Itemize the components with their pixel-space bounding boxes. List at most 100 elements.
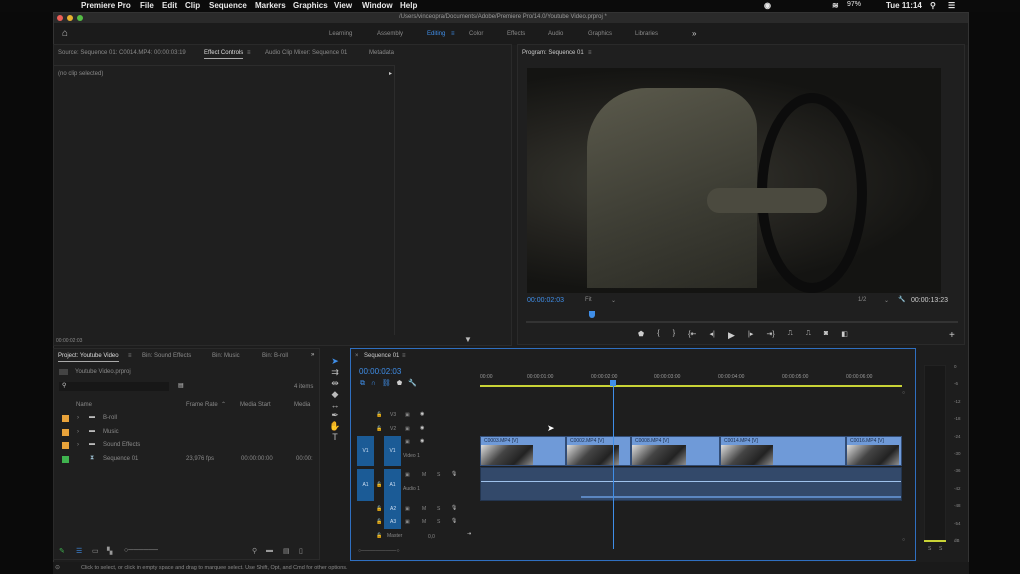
tab-bin-sound-effects[interactable]: Bin: Sound Effects <box>142 353 191 359</box>
minimize-button[interactable] <box>67 15 73 21</box>
workspace-effects[interactable]: Effects <box>507 31 525 37</box>
add-button-icon[interactable]: + <box>949 330 955 341</box>
pen-tool-icon[interactable]: ✒ <box>326 410 344 421</box>
master-volume[interactable]: 0,0 <box>428 534 435 540</box>
go-to-in-icon[interactable]: {⇤ <box>688 330 696 342</box>
menu-sequence[interactable]: Sequence <box>209 1 247 10</box>
menu-help[interactable]: Help <box>400 1 417 10</box>
workspace-assembly[interactable]: Assembly <box>377 31 403 37</box>
add-marker-icon[interactable]: ⬟ <box>396 380 402 387</box>
lock-icon[interactable]: 🔓 <box>376 482 382 488</box>
video-clip[interactable]: C0008.MP4 [V] <box>631 436 720 466</box>
scroll-handle[interactable]: ○ <box>902 537 905 543</box>
tab-sequence-01[interactable]: Sequence 01 <box>364 353 399 359</box>
project-item[interactable]: › ▬ Sound Effects <box>54 441 319 453</box>
workspace-menu-icon[interactable]: ≡ <box>451 31 455 37</box>
menu-view[interactable]: View <box>334 1 352 10</box>
mic-icon[interactable]: 🎙 <box>451 505 457 511</box>
panel-menu-icon[interactable]: ≡ <box>588 50 592 56</box>
col-frame-rate[interactable]: Frame Rate <box>186 402 218 408</box>
tabs-overflow-button[interactable]: » <box>311 352 314 358</box>
mic-icon[interactable]: 🎙 <box>451 471 457 477</box>
new-bin-icon[interactable]: ▬ <box>266 547 273 554</box>
solo-button[interactable]: S <box>437 506 440 512</box>
new-item-icon[interactable]: ▤ <box>283 547 290 555</box>
selection-tool-icon[interactable]: ➤ <box>326 356 344 367</box>
pencil-icon[interactable]: ✎ <box>59 547 65 555</box>
icon-view-icon[interactable]: ▭ <box>92 547 99 555</box>
mute-button[interactable]: M <box>422 472 426 478</box>
close-button[interactable] <box>57 15 63 21</box>
list-view-icon[interactable]: ☰ <box>76 547 82 555</box>
menu-file[interactable]: File <box>140 1 154 10</box>
step-forward-icon[interactable]: |▸ <box>748 330 753 342</box>
program-timecode[interactable]: 00:00:02:03 <box>527 297 564 304</box>
track-a2-label[interactable]: A2 <box>390 506 396 512</box>
col-media[interactable]: Media <box>294 402 310 408</box>
expand-arrow-icon[interactable]: ▸ <box>389 70 392 77</box>
workspace-overflow-button[interactable]: » <box>692 29 696 38</box>
zoom-button[interactable] <box>77 15 83 21</box>
label-color-swatch[interactable] <box>62 415 69 422</box>
hand-tool-icon[interactable]: ✋ <box>326 421 344 432</box>
workspace-learning[interactable]: Learning <box>329 31 352 37</box>
program-scrubber[interactable] <box>526 311 958 323</box>
tab-project[interactable]: Project: Youtube Video <box>58 353 119 362</box>
wrench-icon[interactable]: 🔧 <box>898 296 905 303</box>
col-media-start[interactable]: Media Start <box>240 402 271 408</box>
work-area-bar[interactable] <box>480 385 902 387</box>
workspace-color[interactable]: Color <box>469 31 483 37</box>
tab-effect-controls[interactable]: Effect Controls <box>204 50 244 59</box>
play-icon[interactable]: ▶ <box>728 330 735 342</box>
video-clip[interactable]: C0014.MP4 [V] <box>720 436 846 466</box>
close-tab-icon[interactable]: × <box>355 353 359 359</box>
tab-bin-music[interactable]: Bin: Music <box>212 353 240 359</box>
ripple-edit-tool-icon[interactable]: ⇹ <box>326 378 344 389</box>
search-icon[interactable]: ⚲ <box>930 1 936 10</box>
mark-in-icon[interactable]: { <box>657 330 659 342</box>
workspace-audio[interactable]: Audio <box>548 31 563 37</box>
camera-icon[interactable]: ◙ <box>824 330 828 342</box>
chevron-down-icon[interactable]: ⌄ <box>611 297 616 304</box>
sort-ascending-icon[interactable]: ⌃ <box>221 401 226 408</box>
col-name[interactable]: Name <box>76 402 92 408</box>
workspace-graphics[interactable]: Graphics <box>588 31 612 37</box>
trash-icon[interactable]: ▯ <box>299 547 303 555</box>
sync-lock-icon[interactable]: ▣ <box>405 439 410 445</box>
wrench-icon[interactable]: 🔧 <box>408 380 417 387</box>
record-icon[interactable]: ◉ <box>764 1 771 10</box>
solo-left-button[interactable]: S <box>928 546 931 552</box>
source-patch-a1[interactable]: A1 <box>357 469 374 501</box>
solo-right-button[interactable]: S <box>939 546 942 552</box>
extract-icon[interactable]: ⎍ <box>806 330 811 342</box>
project-item[interactable]: › ▬ Music <box>54 428 319 440</box>
track-select-tool-icon[interactable]: ⇉ <box>326 367 344 378</box>
video-clip[interactable]: C0016.MP4 [V] <box>846 436 902 466</box>
track-a3-label[interactable]: A3 <box>390 519 396 525</box>
lock-icon[interactable]: 🔓 <box>376 412 382 418</box>
notification-icon[interactable]: ☰ <box>948 1 955 10</box>
label-color-swatch[interactable] <box>62 442 69 449</box>
mute-button[interactable]: M <box>422 506 426 512</box>
razor-tool-icon[interactable]: ◆ <box>326 389 344 400</box>
timeline-timecode[interactable]: 00:00:02:03 <box>359 367 401 376</box>
sync-lock-icon[interactable]: ▣ <box>405 426 410 432</box>
mark-out-icon[interactable]: } <box>673 330 675 342</box>
lock-icon[interactable]: 🔓 <box>376 506 382 512</box>
search-icon[interactable]: ⚲ <box>252 547 257 555</box>
new-bin-icon[interactable]: ▤ <box>178 382 184 389</box>
solo-button[interactable]: S <box>437 472 440 478</box>
wifi-icon[interactable]: ≋ <box>832 1 839 10</box>
expand-chevron-icon[interactable]: › <box>77 415 79 421</box>
nest-icon[interactable]: ⧉ <box>360 380 365 387</box>
panel-menu-icon[interactable]: ≡ <box>247 50 251 56</box>
slip-tool-icon[interactable]: ↔ <box>326 400 344 410</box>
step-back-icon[interactable]: ◂| <box>709 330 714 342</box>
sync-lock-icon[interactable]: ▣ <box>405 412 410 418</box>
video-clip[interactable]: C0002.MP4 [V] <box>566 436 631 466</box>
tab-source[interactable]: Source: Sequence 01: C0014.MP4: 00:00:03… <box>58 50 186 56</box>
menu-markers[interactable]: Markers <box>255 1 286 10</box>
sync-lock-icon[interactable]: ▣ <box>405 472 410 478</box>
lock-icon[interactable]: 🔓 <box>376 426 382 432</box>
go-to-end-icon[interactable]: ⇥ <box>467 531 471 537</box>
